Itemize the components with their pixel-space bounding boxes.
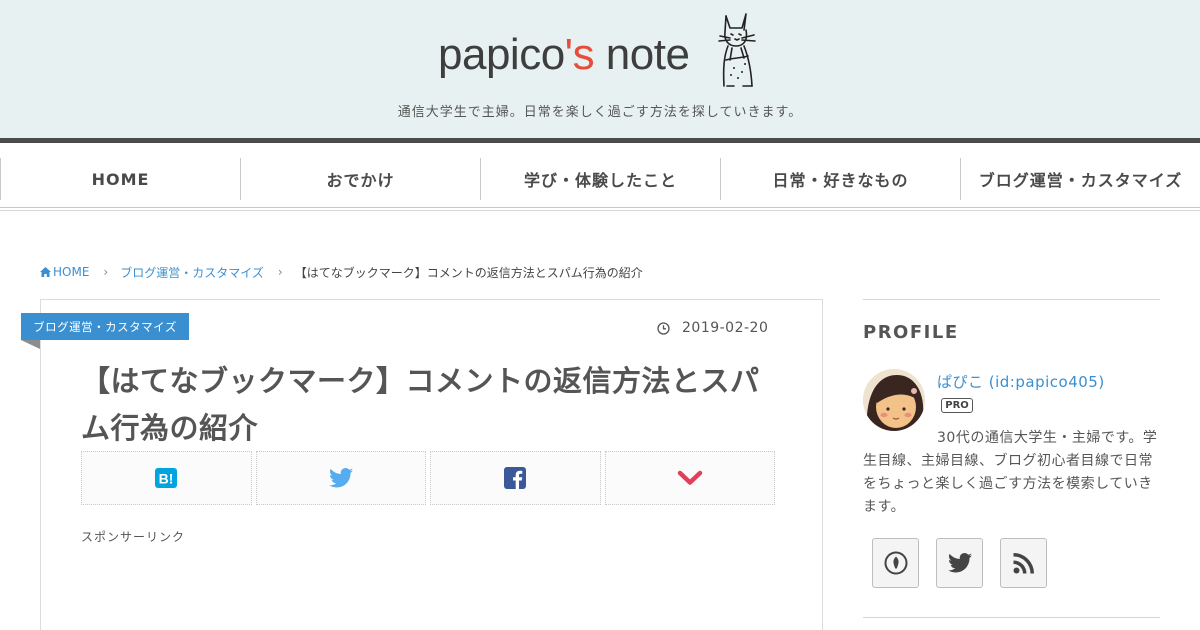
breadcrumb-category[interactable]: ブログ運営・カスタマイズ <box>120 264 264 281</box>
global-nav: HOME おでかけ 学び・体験したこと 日常・好きなもの ブログ運営・カスタマイ… <box>0 158 1200 200</box>
nav-item-home[interactable]: HOME <box>0 158 240 200</box>
home-icon <box>40 267 51 277</box>
follow-hatena-button[interactable] <box>872 538 919 588</box>
site-title-main: papico <box>438 30 565 79</box>
breadcrumb: HOME › ブログ運営・カスタマイズ › 【はてなブックマーク】コメントの返信… <box>40 263 643 281</box>
nav-divider-secondary <box>0 210 1200 211</box>
hatena-blog-icon <box>884 551 907 575</box>
twitter-icon <box>328 468 353 488</box>
nav-item-learning[interactable]: 学び・体験したこと <box>480 158 720 200</box>
site-title-accent: 's <box>564 30 595 79</box>
facebook-icon <box>504 467 527 489</box>
breadcrumb-home-label: HOME <box>53 265 90 279</box>
profile-name-link[interactable]: ぱぴこ (id:papico405) <box>937 371 1105 392</box>
sidebar-divider-bottom <box>863 617 1160 618</box>
share-facebook-button[interactable] <box>430 451 601 505</box>
chevron-right-icon: › <box>103 265 109 279</box>
breadcrumb-home[interactable]: HOME <box>40 265 89 279</box>
chevron-right-icon: › <box>277 265 283 279</box>
entry-title: 【はてなブックマーク】コメントの返信方法とスパム行為の紹介 <box>81 364 760 445</box>
hatena-bookmark-icon: B! <box>155 468 178 488</box>
category-label-fold <box>21 340 40 349</box>
nav-item-odekake[interactable]: おでかけ <box>240 158 480 200</box>
pro-badge: PRO <box>941 398 973 413</box>
site-header: papico's note 通信大学生で主婦。日常を楽しく過ごす方法を探していき… <box>0 0 1200 138</box>
cat-logo-icon <box>718 13 756 87</box>
breadcrumb-current: 【はてなブックマーク】コメントの返信方法とスパム行為の紹介 <box>294 265 643 280</box>
pocket-icon <box>677 470 702 485</box>
site-title[interactable]: papico's note <box>438 30 690 80</box>
sponsored-link-label: スポンサーリンク <box>81 530 186 544</box>
share-hatena-button[interactable]: B! <box>81 451 252 505</box>
site-tagline: 通信大学生で主婦。日常を楽しく過ごす方法を探していきます。 <box>397 105 803 120</box>
rss-icon <box>1013 553 1034 574</box>
share-twitter-button[interactable] <box>255 451 426 505</box>
follow-rss-button[interactable] <box>1000 538 1047 588</box>
follow-twitter-button[interactable] <box>936 538 983 588</box>
publish-date: 2019-02-20 <box>657 319 768 337</box>
clock-icon <box>657 321 670 335</box>
category-label[interactable]: ブログ運営・カスタマイズ <box>21 313 189 340</box>
profile-description: 30代の通信大学生・主婦です。学生目線、主婦目線、ブログ初心者目線で日常をちょっ… <box>863 430 1158 515</box>
avatar-illustration <box>863 369 925 431</box>
nav-divider <box>0 207 1200 208</box>
nav-item-daily[interactable]: 日常・好きなもの <box>720 158 960 200</box>
share-buttons: B! <box>81 451 775 505</box>
site-title-rest: note <box>594 30 690 79</box>
nav-item-blog-customize[interactable]: ブログ運営・カスタマイズ <box>960 158 1200 200</box>
avatar[interactable] <box>863 369 925 431</box>
twitter-icon <box>947 553 972 573</box>
follow-buttons <box>872 538 1047 588</box>
publish-date-text: 2019-02-20 <box>682 320 769 336</box>
profile-heading: PROFILE <box>863 322 959 343</box>
svg-text:B!: B! <box>159 471 174 487</box>
sidebar-divider-top <box>863 299 1160 300</box>
share-pocket-button[interactable] <box>604 451 775 505</box>
header-divider <box>0 138 1200 143</box>
